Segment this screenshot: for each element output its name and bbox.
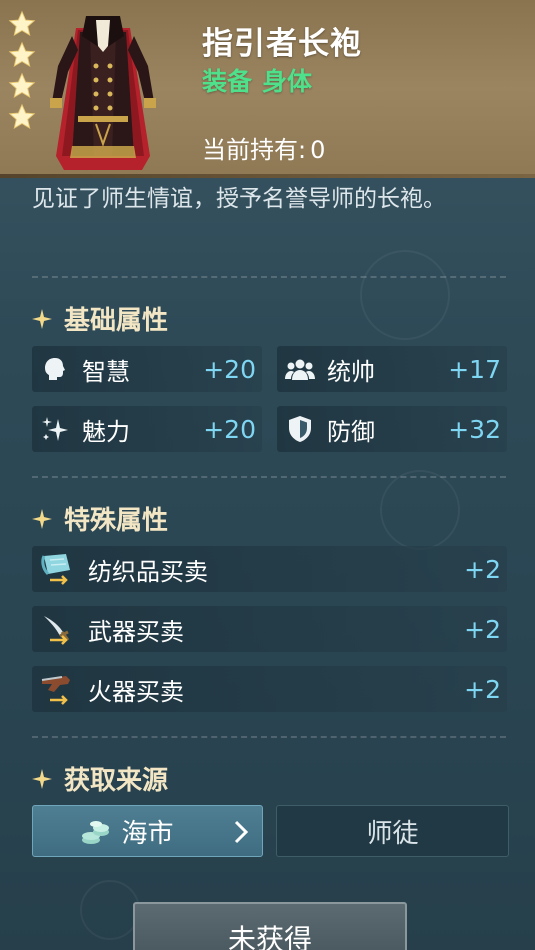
star-icon <box>8 10 36 37</box>
owned-label: 当前持有: <box>202 136 307 164</box>
sparkle-bullet-icon <box>32 768 52 789</box>
divider <box>32 276 506 278</box>
stat-firearm-trade: 火器买卖 +2 <box>32 666 507 712</box>
source-mentorship-button[interactable]: 师徒 <box>276 805 509 857</box>
owned-count: 当前持有: 0 <box>202 130 325 165</box>
source-label: 师徒 <box>366 818 419 849</box>
coins-icon <box>82 821 109 844</box>
item-description: 见证了师生情谊，授予名誉导师的长袍。 <box>32 186 446 212</box>
source-sea-market-button[interactable]: 海市 <box>32 805 263 857</box>
textile-icon <box>40 554 76 585</box>
stat-charm: 魅力 +20 <box>32 406 262 452</box>
owned-value: 0 <box>310 136 326 164</box>
group-icon <box>285 354 315 384</box>
item-tags: 装备 身体 <box>202 62 312 98</box>
musket-icon <box>40 674 76 705</box>
item-name: 指引者长袍 <box>202 26 362 62</box>
stat-defense: 防御 +32 <box>277 406 507 452</box>
source-label: 海市 <box>121 818 174 849</box>
star-icon <box>8 41 36 68</box>
chevron-right-icon <box>234 820 249 844</box>
source-title: 获取来源 <box>32 760 168 797</box>
star-icon <box>8 72 36 99</box>
special-attributes-title: 特殊属性 <box>32 500 168 537</box>
sword-icon <box>40 614 76 645</box>
item-slot-tag: 身体 <box>262 67 313 96</box>
rarity-stars <box>8 10 38 134</box>
item-header: 指引者长袍 装备 身体 当前持有: 0 <box>0 0 535 178</box>
robe-item-icon <box>50 16 156 170</box>
sparkle-bullet-icon <box>32 308 52 329</box>
divider <box>32 476 506 478</box>
head-icon <box>40 354 70 384</box>
stat-textile-trade: 纺织品买卖 +2 <box>32 546 507 592</box>
stat-weapon-trade: 武器买卖 +2 <box>32 606 507 652</box>
stat-leadership: 统帅 +17 <box>277 346 507 392</box>
sparkle-icon <box>40 414 70 444</box>
not-obtained-button[interactable]: 未获得 <box>133 902 407 950</box>
item-type-tag: 装备 <box>202 67 253 96</box>
divider <box>32 736 506 738</box>
star-icon <box>8 103 36 130</box>
sparkle-bullet-icon <box>32 508 52 529</box>
shield-icon <box>285 414 315 444</box>
basic-attributes-title: 基础属性 <box>32 300 168 337</box>
stat-wisdom: 智慧 +20 <box>32 346 262 392</box>
